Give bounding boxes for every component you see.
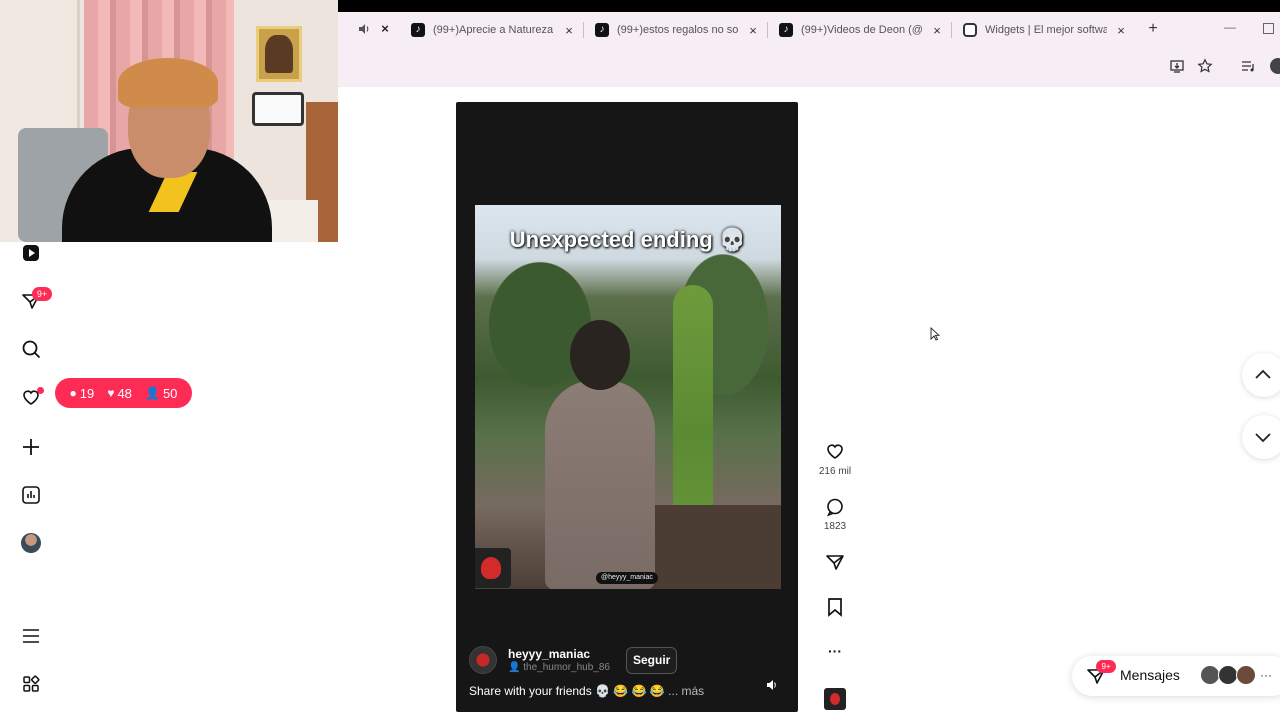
person-icon: 👤	[145, 386, 160, 400]
tab-widgets[interactable]: Widgets | El mejor softwar ×	[963, 19, 1127, 41]
video-person	[545, 380, 655, 589]
comment-count: 19	[79, 385, 95, 401]
close-icon[interactable]: ×	[377, 21, 393, 37]
screen: × ♪ (99+)Aprecie a Natureza n × ♪ (99+)e…	[0, 0, 1280, 720]
live-icon[interactable]	[20, 242, 42, 264]
tab-separator	[951, 22, 952, 38]
bookmark-button[interactable]	[822, 596, 848, 618]
media-control-icon[interactable]	[1240, 58, 1256, 74]
tab-videos-deon[interactable]: ♪ (99+)Videos de Deon (@d ×	[779, 19, 943, 41]
follower-count: 50	[162, 385, 178, 401]
heart-icon: ♥	[107, 386, 115, 400]
upload-icon[interactable]	[20, 436, 42, 458]
comment-count: 1823	[823, 521, 847, 532]
like-stat: ♥ 48	[107, 386, 132, 401]
toolbar	[338, 48, 1280, 86]
tab-strip-top	[338, 0, 1280, 12]
volume-icon[interactable]	[765, 679, 779, 693]
video-watermark: @heyyy_maniac	[596, 572, 658, 584]
author-name[interactable]: heyyy_maniac	[508, 647, 590, 661]
comment-icon: ●	[69, 386, 77, 400]
divider	[338, 86, 1280, 87]
tab-title: (99+)Videos de Deon (@d	[801, 24, 923, 36]
author-subtitle-text: the_humor_hub_86	[523, 662, 610, 673]
like-button[interactable]	[822, 440, 848, 462]
follower-stat: 👤 50	[145, 386, 177, 401]
contact-avatar[interactable]	[1236, 665, 1256, 685]
previous-video-button[interactable]	[1242, 353, 1280, 397]
install-app-icon[interactable]	[1169, 58, 1185, 74]
messages-label: Mensajes	[1120, 667, 1180, 683]
comment-stat: ● 19	[70, 386, 95, 401]
new-tab-button[interactable]: +	[1145, 20, 1161, 38]
tiktok-icon: ♪	[779, 23, 793, 37]
messages-badge: 9+	[1096, 660, 1116, 673]
music-disc[interactable]	[824, 688, 846, 710]
author-subtitle: 👤 the_humor_hub_86	[508, 662, 610, 673]
apps-icon[interactable]	[20, 673, 42, 695]
video-frame[interactable]: Unexpected ending 💀 @heyyy_maniac	[475, 205, 781, 589]
menu-icon[interactable]	[20, 625, 42, 647]
video-player[interactable]: Unexpected ending 💀 @heyyy_maniac heyyy_…	[456, 102, 798, 712]
tab-estos-regalos[interactable]: ♪ (99+)estos regalos no son ×	[595, 19, 759, 41]
video-person-head	[570, 320, 630, 390]
messages-button[interactable]: 9+ Mensajes ···	[1072, 656, 1280, 696]
messages-more-icon[interactable]: ···	[1260, 668, 1272, 682]
webcam-overlay	[0, 0, 338, 242]
more-options-button[interactable]: ···	[822, 640, 848, 662]
tiktok-icon: ♪	[595, 23, 609, 37]
video-description: Share with your friends 💀 😂 😂 😂 ... más	[469, 684, 704, 698]
webcam-picture-frame	[256, 26, 302, 82]
close-icon[interactable]: ×	[563, 23, 575, 38]
tab-title: (99+)Aprecie a Natureza n	[433, 24, 555, 36]
tab-title: Widgets | El mejor softwar	[985, 24, 1107, 36]
like-count: 48	[117, 385, 132, 401]
tab-separator	[767, 22, 768, 38]
bookmark-star-icon[interactable]	[1197, 58, 1213, 74]
video-caption-overlay: Unexpected ending 💀	[509, 227, 747, 252]
contact-avatar[interactable]	[1218, 665, 1238, 685]
more-link[interactable]: ... más	[668, 684, 704, 698]
notification-dot	[37, 387, 44, 394]
widget-icon	[963, 23, 977, 37]
chevron-up-icon	[1255, 369, 1271, 379]
next-video-button[interactable]	[1242, 415, 1280, 459]
author-avatar[interactable]	[469, 646, 497, 674]
close-icon[interactable]: ×	[747, 23, 759, 38]
webcam-hair	[118, 58, 218, 108]
profile-avatar[interactable]	[1270, 58, 1280, 74]
analytics-icon[interactable]	[20, 484, 42, 506]
share-button[interactable]	[822, 551, 848, 573]
description-text: Share with your friends 💀 😂 😂 😂	[469, 684, 665, 698]
inbox-badge: 9+	[32, 287, 52, 301]
chevron-down-icon	[1255, 433, 1271, 443]
person-icon: 👤	[508, 662, 524, 673]
comment-button[interactable]	[822, 496, 848, 518]
tab-aprecie-natureza[interactable]: ♪ (99+)Aprecie a Natureza n ×	[411, 19, 575, 41]
maximize-button[interactable]	[1263, 23, 1274, 34]
tiktok-icon: ♪	[411, 23, 425, 37]
tab-title: (99+)estos regalos no son	[617, 24, 739, 36]
search-icon[interactable]	[20, 338, 42, 360]
mouse-cursor-icon	[930, 326, 941, 341]
close-icon[interactable]: ×	[931, 23, 943, 38]
close-icon[interactable]: ×	[1115, 23, 1127, 38]
video-logo	[475, 548, 511, 588]
tab-separator	[583, 22, 584, 38]
profile-avatar[interactable]	[21, 533, 41, 553]
minimize-button[interactable]: —	[1224, 20, 1236, 36]
webcam-whiteboard	[252, 92, 304, 126]
live-stats-pill: ● 19 ♥ 48 👤 50	[55, 378, 192, 408]
follow-button[interactable]: Seguir	[626, 647, 678, 674]
speaker-icon[interactable]	[356, 22, 372, 38]
contact-avatar[interactable]	[1200, 665, 1220, 685]
like-count: 216 mil	[818, 466, 852, 477]
